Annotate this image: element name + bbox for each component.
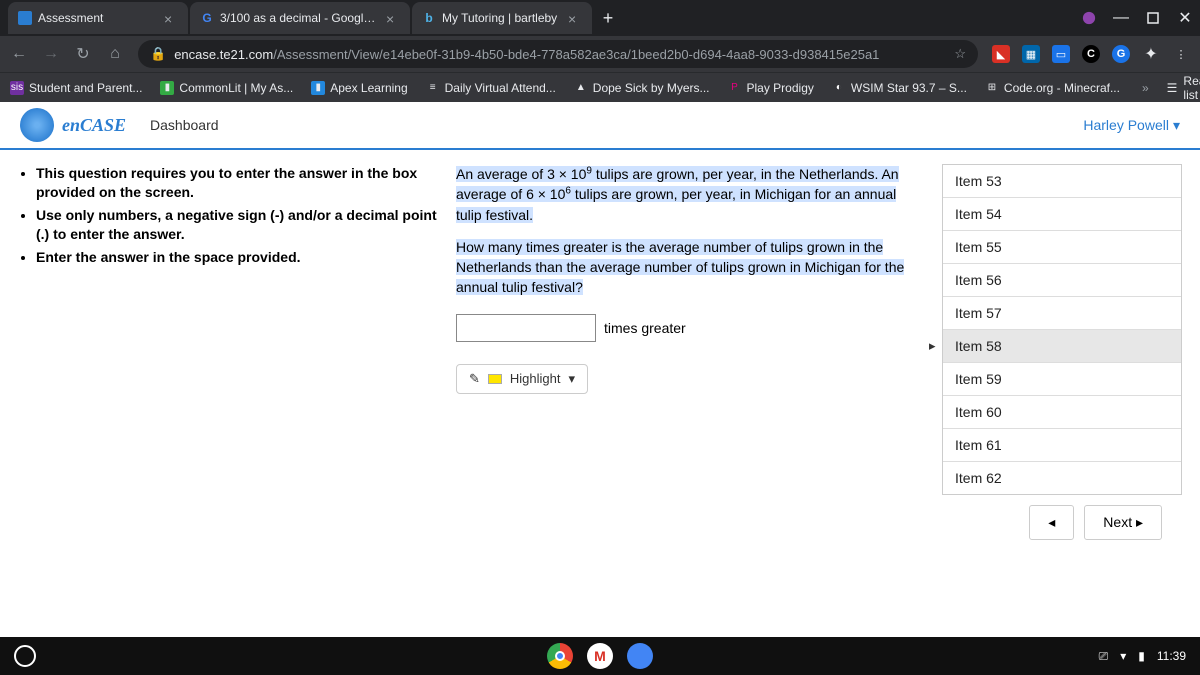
tab-close-icon[interactable]: × <box>164 11 178 25</box>
tab-title: Assessment <box>38 11 158 25</box>
lock-icon: 🔒 <box>150 46 166 62</box>
docs-icon[interactable] <box>627 643 653 669</box>
answer-row: times greater <box>456 314 924 342</box>
browser-tab-bar: Assessment × G 3/100 as a decimal - Goog… <box>0 0 1200 36</box>
cast-icon[interactable]: ⎚ <box>1099 649 1109 664</box>
clock: 11:39 <box>1157 649 1186 663</box>
item-link-current[interactable]: Item 58 <box>943 330 1181 363</box>
tab-favicon <box>18 11 32 25</box>
wifi-icon[interactable]: ▾ <box>1120 649 1126 663</box>
maximize-icon[interactable] <box>1146 11 1160 25</box>
item-link[interactable]: Item 61 <box>943 429 1181 462</box>
url-host: encase.te21.com <box>174 47 273 62</box>
list-icon: ☰ <box>1167 81 1178 95</box>
bookmark[interactable]: PPlay Prodigy <box>728 81 814 95</box>
extension-icon[interactable]: ▭ <box>1052 45 1070 63</box>
chrome-icon[interactable] <box>547 643 573 669</box>
bookmark[interactable]: ▮Apex Learning <box>311 81 407 95</box>
question-panel: An average of 3 × 109 tulips are grown, … <box>456 164 924 550</box>
back-button[interactable]: ← <box>10 45 28 63</box>
question-paragraph-2: How many times greater is the average nu… <box>456 237 924 298</box>
user-name: Harley Powell <box>1083 117 1169 133</box>
dashboard-link[interactable]: Dashboard <box>150 117 219 133</box>
next-button[interactable]: Next ▸ <box>1084 505 1162 540</box>
extensions-puzzle-icon[interactable]: ✦ <box>1142 45 1160 63</box>
reading-list-button[interactable]: ☰Reading list <box>1167 74 1200 102</box>
bookmark[interactable]: ◐WSIM Star 93.7 – S... <box>832 81 967 95</box>
reload-button[interactable]: ↻ <box>74 44 92 64</box>
bookmark[interactable]: ▲Dope Sick by Myers... <box>574 81 710 95</box>
instruction-item: This question requires you to enter the … <box>36 164 438 202</box>
battery-icon[interactable]: ▮ <box>1138 649 1145 663</box>
answer-unit-label: times greater <box>604 320 686 336</box>
highlight-button[interactable]: ✎ Highlight ▾ <box>456 364 588 394</box>
tab-title: My Tutoring | bartleby <box>442 11 562 25</box>
user-menu[interactable]: Harley Powell ▾ <box>1083 117 1180 134</box>
google-icon: G <box>200 11 214 25</box>
browser-tab[interactable]: Assessment × <box>8 2 188 34</box>
item-link[interactable]: Item 53 <box>943 165 1181 198</box>
forward-button[interactable]: → <box>42 45 60 63</box>
prev-button[interactable]: ◂ <box>1029 505 1074 540</box>
extension-icon[interactable]: C <box>1082 45 1100 63</box>
item-link[interactable]: Item 57 <box>943 297 1181 330</box>
app-logo[interactable]: enCASE <box>20 108 150 142</box>
bookmark[interactable]: ⊞Code.org - Minecraf... <box>985 81 1120 95</box>
os-taskbar: M ⎚ ▾ ▮ 11:39 <box>0 637 1200 675</box>
extension-icon[interactable]: G <box>1112 45 1130 63</box>
instruction-item: Use only numbers, a negative sign (-) an… <box>36 206 438 244</box>
close-icon[interactable]: ✕ <box>1178 11 1192 25</box>
extension-icon[interactable]: ◣ <box>992 45 1010 63</box>
logo-icon <box>20 108 54 142</box>
tab-title: 3/100 as a decimal - Google Sea <box>220 11 380 25</box>
bartleby-icon: b <box>422 11 436 25</box>
highlight-label: Highlight <box>510 371 561 386</box>
gmail-icon[interactable]: M <box>587 643 613 669</box>
minimize-icon[interactable]: — <box>1114 11 1128 25</box>
extension-icon[interactable]: ▦ <box>1022 45 1040 63</box>
account-icon[interactable] <box>1082 11 1096 25</box>
item-link[interactable]: Item 62 <box>943 462 1181 494</box>
answer-input[interactable] <box>456 314 596 342</box>
tab-close-icon[interactable]: × <box>386 11 400 25</box>
tab-close-icon[interactable]: × <box>568 11 582 25</box>
item-link[interactable]: Item 59 <box>943 363 1181 396</box>
instructions-panel: This question requires you to enter the … <box>18 164 438 550</box>
home-button[interactable]: ⌂ <box>106 45 124 63</box>
nav-extensions: ◣ ▦ ▭ C G ✦ ⋮ <box>992 45 1190 63</box>
assessment-content: This question requires you to enter the … <box>0 150 1200 564</box>
bookmark[interactable]: ▮CommonLit | My As... <box>160 81 293 95</box>
bookmarks-overflow[interactable]: » <box>1142 81 1149 95</box>
pencil-icon: ✎ <box>469 371 480 387</box>
app-header: enCASE Dashboard Harley Powell ▾ <box>0 102 1200 150</box>
bookmark[interactable]: sisStudent and Parent... <box>10 81 142 95</box>
item-navigator: Item 53 Item 54 Item 55 Item 56 Item 57 … <box>942 164 1182 495</box>
launcher-icon[interactable] <box>14 645 36 667</box>
address-bar[interactable]: 🔒 encase.te21.com/Assessment/View/e14ebe… <box>138 40 978 68</box>
item-link[interactable]: Item 55 <box>943 231 1181 264</box>
taskbar-apps: M <box>547 643 653 669</box>
pagination-row: ◂ Next ▸ <box>942 495 1182 550</box>
browser-tab[interactable]: b My Tutoring | bartleby × <box>412 2 592 34</box>
window-controls: — ✕ <box>1082 11 1192 25</box>
browser-nav-bar: ← → ↻ ⌂ 🔒 encase.te21.com/Assessment/Vie… <box>0 36 1200 72</box>
item-link[interactable]: Item 56 <box>943 264 1181 297</box>
star-icon[interactable]: ☆ <box>954 46 966 62</box>
bookmarks-bar: sisStudent and Parent... ▮CommonLit | My… <box>0 72 1200 102</box>
browser-tab[interactable]: G 3/100 as a decimal - Google Sea × <box>190 2 410 34</box>
menu-icon[interactable]: ⋮ <box>1172 45 1190 63</box>
system-tray[interactable]: ⎚ ▾ ▮ 11:39 <box>1099 649 1186 664</box>
url-path: /Assessment/View/e14ebe0f-31b9-4b50-bde4… <box>273 47 879 62</box>
item-link[interactable]: Item 60 <box>943 396 1181 429</box>
bookmark[interactable]: ≡Daily Virtual Attend... <box>426 81 556 95</box>
highlight-swatch <box>488 374 502 384</box>
new-tab-button[interactable]: + <box>594 4 622 32</box>
right-column: Item 53 Item 54 Item 55 Item 56 Item 57 … <box>942 164 1182 550</box>
item-link[interactable]: Item 54 <box>943 198 1181 231</box>
chevron-down-icon: ▾ <box>1173 117 1180 134</box>
chevron-down-icon: ▾ <box>569 371 576 387</box>
logo-text: enCASE <box>62 115 126 136</box>
question-paragraph-1: An average of 3 × 109 tulips are grown, … <box>456 164 924 225</box>
instruction-item: Enter the answer in the space provided. <box>36 248 438 267</box>
